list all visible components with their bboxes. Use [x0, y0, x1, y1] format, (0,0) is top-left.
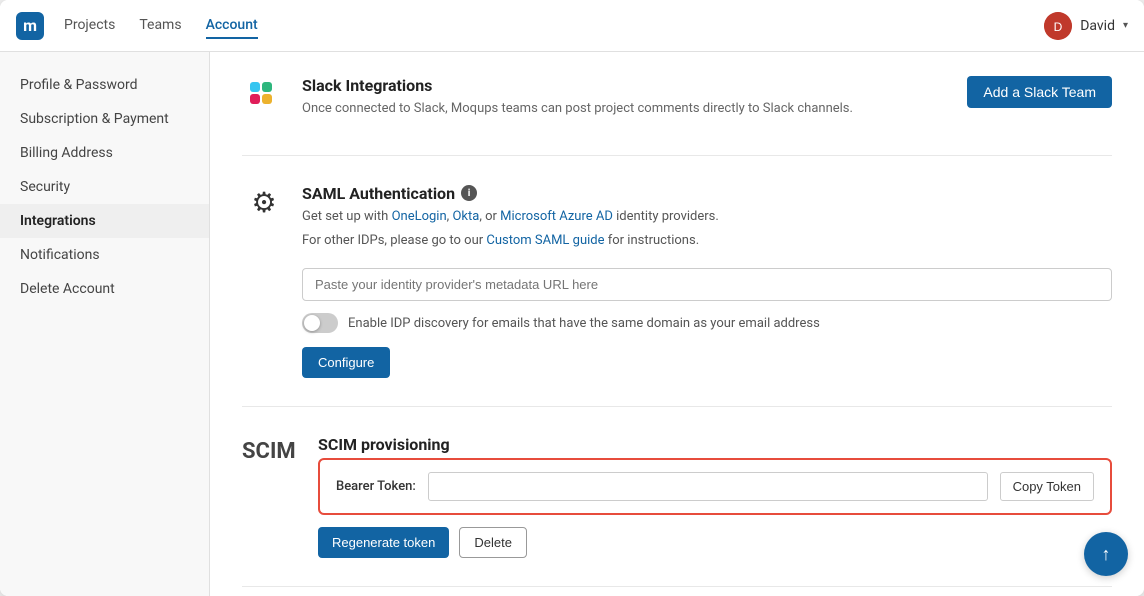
idp-discovery-toggle[interactable]: [302, 313, 338, 333]
bearer-token-input[interactable]: [428, 472, 988, 501]
nav-item-teams[interactable]: Teams: [139, 13, 181, 39]
nav-item-projects[interactable]: Projects: [64, 13, 115, 39]
sidebar-item-profile-password[interactable]: Profile & Password: [0, 68, 209, 102]
bearer-token-label: Bearer Token:: [336, 479, 416, 494]
info-icon: i: [461, 185, 477, 201]
slack-description: Once connected to Slack, Moqups teams ca…: [302, 99, 853, 119]
scim-title: SCIM provisioning: [318, 435, 1112, 454]
svg-text:D: D: [1054, 20, 1063, 34]
sidebar-item-subscription[interactable]: Subscription & Payment: [0, 102, 209, 136]
copy-token-button[interactable]: Copy Token: [1000, 472, 1094, 501]
slack-title: Slack Integrations: [302, 76, 853, 95]
content-wrapper: Slack Integrations Once connected to Sla…: [210, 52, 1144, 596]
main-content: Slack Integrations Once connected to Sla…: [210, 52, 1144, 596]
scim-token-box: Bearer Token: Copy Token: [318, 458, 1112, 515]
scim-action-buttons: Regenerate token Delete: [318, 527, 1112, 558]
okta-link[interactable]: Okta: [452, 209, 479, 224]
slack-icon: [242, 78, 286, 114]
gear-icon: ⚙: [242, 186, 286, 219]
scim-icon-label: SCIM: [242, 435, 302, 464]
user-menu[interactable]: D David ▾: [1044, 12, 1128, 40]
configure-button[interactable]: Configure: [302, 347, 390, 378]
sidebar-item-security[interactable]: Security: [0, 170, 209, 204]
scroll-to-top-button[interactable]: ↑: [1084, 532, 1128, 576]
main-layout: Profile & Password Subscription & Paymen…: [0, 52, 1144, 596]
toggle-knob: [304, 315, 320, 331]
slack-section: Slack Integrations Once connected to Sla…: [242, 76, 1112, 156]
custom-saml-link[interactable]: Custom SAML guide: [486, 233, 604, 248]
saml-icon-title: ⚙ SAML Authentication i Get set up with …: [242, 184, 1112, 379]
scim-content: SCIM provisioning Bearer Token: Copy Tok…: [318, 435, 1112, 558]
saml-title: SAML Authentication i: [302, 184, 1112, 203]
add-slack-team-button[interactable]: Add a Slack Team: [967, 76, 1112, 108]
top-nav: m Projects Teams Account D David ▾: [0, 0, 1144, 52]
idp-discovery-label: Enable IDP discovery for emails that hav…: [348, 316, 820, 331]
onelogin-link[interactable]: OneLogin: [392, 209, 447, 224]
saml-description-line1: Get set up with OneLogin, Okta, or Micro…: [302, 207, 1112, 228]
chevron-down-icon: ▾: [1123, 20, 1128, 31]
scim-section: SCIM SCIM provisioning Bearer Token: Cop…: [242, 435, 1112, 587]
nav-item-account[interactable]: Account: [206, 13, 258, 39]
sidebar-item-delete-account[interactable]: Delete Account: [0, 272, 209, 306]
saml-metadata-url-input[interactable]: [302, 268, 1112, 301]
sidebar-item-notifications[interactable]: Notifications: [0, 238, 209, 272]
slack-section-header: Slack Integrations Once connected to Sla…: [242, 76, 1112, 119]
delete-token-button[interactable]: Delete: [459, 527, 527, 558]
up-arrow-icon: ↑: [1102, 544, 1111, 565]
azure-link[interactable]: Microsoft Azure AD: [500, 209, 613, 224]
user-name-label: David: [1080, 18, 1115, 34]
regenerate-token-button[interactable]: Regenerate token: [318, 527, 449, 558]
logo[interactable]: m: [16, 12, 44, 40]
sidebar-item-integrations[interactable]: Integrations: [0, 204, 209, 238]
saml-section: ⚙ SAML Authentication i Get set up with …: [242, 184, 1112, 408]
saml-content: SAML Authentication i Get set up with On…: [302, 184, 1112, 379]
sidebar: Profile & Password Subscription & Paymen…: [0, 52, 210, 596]
sidebar-item-billing[interactable]: Billing Address: [0, 136, 209, 170]
saml-description-line2: For other IDPs, please go to our Custom …: [302, 231, 1112, 252]
slack-icon-title: Slack Integrations Once connected to Sla…: [242, 76, 853, 119]
idp-discovery-toggle-row: Enable IDP discovery for emails that hav…: [302, 313, 1112, 333]
nav-items: Projects Teams Account: [64, 13, 1044, 39]
scim-icon-title: SCIM SCIM provisioning Bearer Token: Cop…: [242, 435, 1112, 558]
avatar: D: [1044, 12, 1072, 40]
slack-text-content: Slack Integrations Once connected to Sla…: [302, 76, 853, 119]
